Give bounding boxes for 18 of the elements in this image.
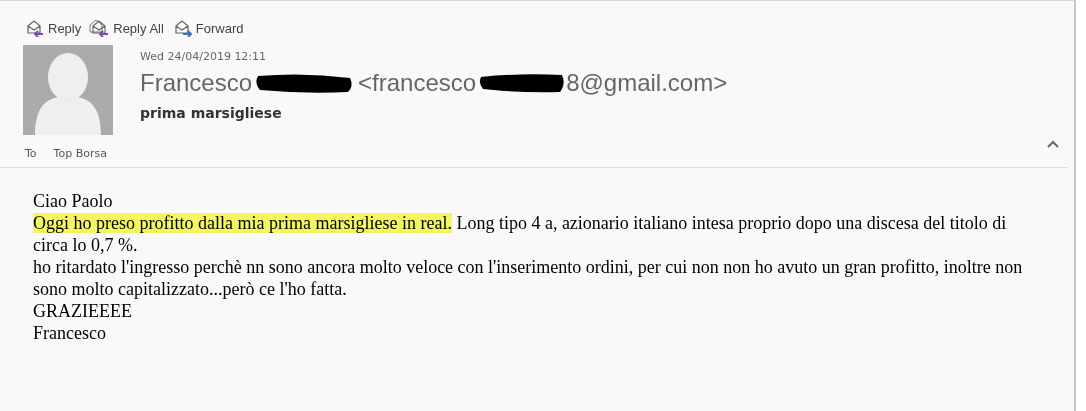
body-paragraph: Oggi ho preso profitto dalla mia prima marsigliese in real. Long tipo 4 a, azionario italiano intesa proprio dopo una discesa del titolo di circa lo 0,7 %. <box>33 212 1008 256</box>
to-label: To <box>25 147 37 160</box>
body-paragraph: Francesco <box>33 322 107 344</box>
collapse-icon[interactable] <box>1047 140 1059 148</box>
recipient: Top Borsa <box>53 147 107 160</box>
reply-icon <box>24 19 46 37</box>
subject-text: prima marsigliese <box>140 105 283 121</box>
body-paragraph: ho ritardato l'ingresso perchè nn sono ancora molto veloce con l'inserimento ordini, per cui non non ho avuto un gran profitto, inoltre non sono molto capitalizzato...però ce l'ho fatta. <box>33 256 1024 300</box>
body-paragraph: GRAZIEEEE <box>33 300 133 322</box>
date-text: Wed 24/04/2019 12:11 <box>140 50 268 63</box>
toolbar-button[interactable]: Forward <box>171 15 248 41</box>
body-paragraph: Ciao Paolo <box>33 190 114 212</box>
sender-name: Francesco <box>140 69 253 97</box>
toolbar-button[interactable]: Reply All <box>89 15 168 41</box>
toolbar-button[interactable]: Reply <box>24 15 86 41</box>
sender-address: 8@gmail.com> <box>566 69 728 97</box>
avatar-icon <box>23 45 113 135</box>
sender-address: <francesco <box>358 69 477 97</box>
